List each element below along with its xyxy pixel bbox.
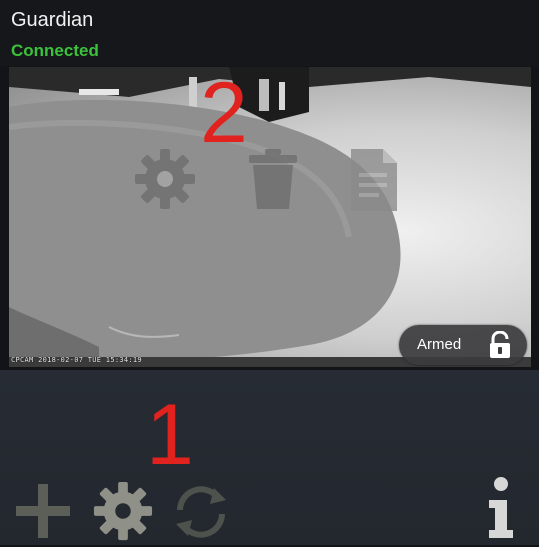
trash-icon[interactable]	[245, 147, 301, 216]
refresh-icon[interactable]	[170, 482, 232, 547]
document-icon[interactable]	[349, 147, 399, 218]
bottom-toolbar	[0, 370, 539, 545]
info-icon[interactable]	[484, 474, 518, 545]
connection-status: Connected	[11, 41, 99, 60]
annotation-number-1: 1	[146, 387, 194, 483]
annotation-number-2: 2	[200, 65, 248, 161]
camera-timestamp: CPCAM 2018-02-07 TUE 15:34:19	[11, 356, 142, 364]
gear-icon[interactable]	[133, 147, 197, 216]
device-name: Guardian	[11, 9, 94, 31]
app-screen: Guardian Connected CPCAM 2018-02-07 TUE …	[0, 0, 539, 545]
header: Guardian Connected	[0, 0, 539, 66]
arm-toggle[interactable]: Armed	[399, 325, 527, 365]
unlock-icon	[487, 330, 513, 364]
gear-icon[interactable]	[92, 480, 154, 547]
camera-image	[9, 67, 531, 367]
plus-icon[interactable]	[14, 482, 72, 545]
armed-label: Armed	[417, 336, 462, 353]
camera-feed[interactable]: CPCAM 2018-02-07 TUE 15:34:19 Armed	[9, 67, 531, 367]
